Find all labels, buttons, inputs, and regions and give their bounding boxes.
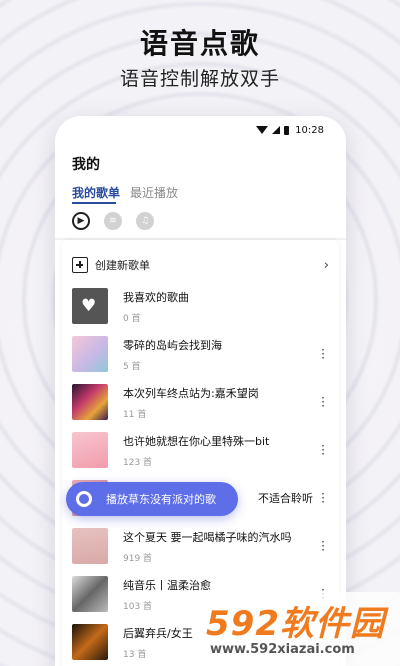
watermark-url: www.592xiazai.com (210, 642, 355, 657)
platform-switcher: ▶ ≋ ♫ (72, 212, 154, 230)
playlist-name: 这个夏天 要一起喝橘子味的汽水吗 (123, 530, 292, 544)
cover-image (72, 624, 108, 660)
apple-music-icon[interactable]: ♫ (136, 212, 154, 230)
cover-image (72, 528, 108, 564)
playlist-name: 我喜欢的歌曲 (123, 290, 189, 304)
playlist-name: 纯音乐丨温柔治愈 (123, 578, 211, 592)
cover-image (72, 384, 108, 420)
list-item[interactable]: 零碎的岛屿会找到海 5 首 · · · (72, 336, 329, 372)
create-playlist-button[interactable]: 创建新歌单 › (72, 254, 329, 276)
playlist-count: 5 首 (123, 361, 141, 372)
heart-icon: ♥ (81, 296, 97, 316)
chevron-right-icon: › (323, 257, 329, 273)
voice-indicator-icon (76, 491, 92, 507)
playlist-name: 也许她就想在你心里特殊一bit (123, 434, 270, 448)
voice-command-text: 播放草东没有派对的歌 (106, 493, 216, 506)
playlist-name: 本次列车终点站为:嘉禾望岗 (123, 386, 259, 400)
status-bar: 10:28 (55, 116, 346, 144)
tab-bar: 我的歌单 最近播放 (72, 184, 178, 201)
list-item[interactable]: 本次列车终点站为:嘉禾望岗 11 首 · · · (72, 384, 329, 420)
spotify-icon[interactable]: ≋ (104, 212, 122, 230)
playlist-count: 919 首 (123, 553, 153, 564)
watermark: 592软件园 www.592xiazai.com (196, 592, 400, 666)
tab-my-playlists[interactable]: 我的歌单 (72, 184, 120, 201)
signal-icon (272, 126, 281, 134)
promo-subline: 语音控制解放双手 (119, 68, 280, 90)
more-options-icon[interactable]: ··· (317, 440, 329, 460)
more-options-icon[interactable]: ··· (317, 536, 329, 556)
watermark-logo: 592软件园 (206, 604, 385, 644)
wifi-icon (256, 126, 269, 134)
playlist-name: 零碎的岛屿会找到海 (123, 338, 222, 352)
list-item[interactable]: 这个夏天 要一起喝橘子味的汽水吗 919 首 · · · (72, 528, 329, 564)
youtube-icon[interactable]: ▶ (72, 212, 90, 230)
status-time: 10:28 (295, 124, 324, 136)
list-item[interactable]: ♥ 我喜欢的歌曲 0 首 (72, 288, 329, 324)
tab-underline (72, 202, 116, 204)
playlist-count: 11 首 (123, 409, 147, 420)
more-options-icon[interactable]: ··· (317, 488, 329, 508)
add-playlist-icon (72, 257, 88, 273)
phone-frame: 10:28 我的 我的歌单 最近播放 ▶ ≋ ♫ 创建新歌单 › ♥ 我喜欢的歌… (55, 116, 346, 666)
more-options-icon[interactable]: ··· (317, 392, 329, 412)
promo-headline: 语音点歌 (139, 27, 260, 60)
voice-command-bubble[interactable]: 播放草东没有派对的歌 (66, 482, 238, 516)
cover-image (72, 336, 108, 372)
create-playlist-label: 创建新歌单 (95, 259, 150, 272)
more-options-icon[interactable]: ··· (317, 344, 329, 364)
cover-image (72, 576, 108, 612)
cover-image (72, 432, 108, 468)
playlist-count: 0 首 (123, 313, 141, 324)
list-item[interactable]: 也许她就想在你心里特殊一bit 123 首 · · · (72, 432, 329, 468)
cover-image: ♥ (72, 288, 108, 324)
tab-recent-played[interactable]: 最近播放 (130, 184, 178, 201)
playlist-count: 123 首 (123, 457, 153, 468)
battery-icon (284, 125, 290, 135)
page-title: 我的 (72, 157, 100, 173)
